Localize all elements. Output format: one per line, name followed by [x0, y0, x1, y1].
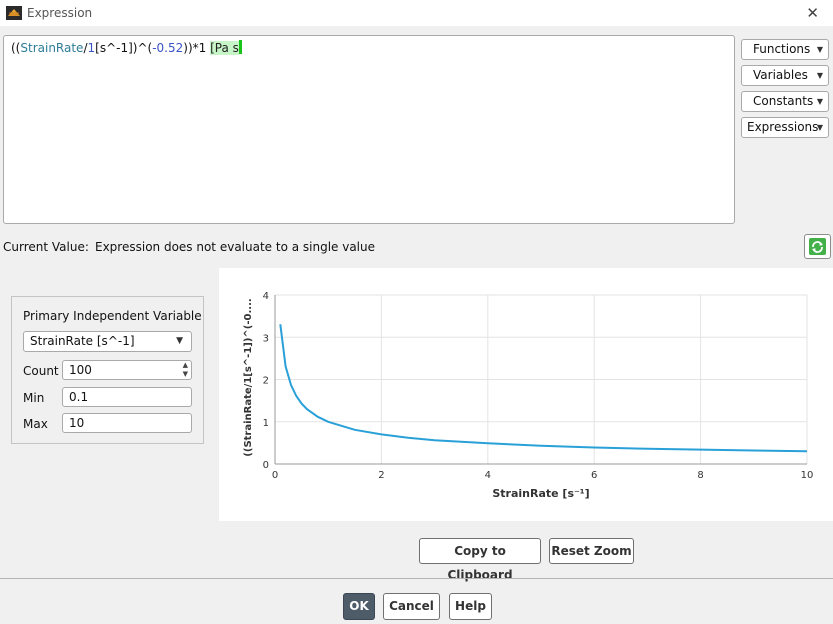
- refresh-icon: [809, 238, 826, 255]
- expr-paren: )): [183, 41, 193, 55]
- expr-open: ((: [11, 41, 21, 55]
- close-icon[interactable]: ✕: [806, 4, 819, 22]
- functions-button[interactable]: Functions ▼: [741, 39, 829, 60]
- count-stepper[interactable]: 100 ▲ ▼: [62, 360, 192, 380]
- y-tick-label: 3: [263, 333, 269, 344]
- chevron-down-icon: ▼: [176, 336, 183, 346]
- expr-unit: [s^-1]: [95, 41, 133, 55]
- variable-select-value: StrainRate [s^-1]: [30, 334, 135, 348]
- y-tick-label: 4: [263, 291, 269, 302]
- min-field[interactable]: 0.1: [62, 387, 192, 407]
- app-logo-icon: [6, 6, 22, 23]
- x-tick-label: 2: [378, 470, 384, 481]
- expr-multiplier: *1: [192, 41, 211, 55]
- refresh-button[interactable]: [804, 234, 831, 259]
- y-tick-label: 1: [263, 418, 269, 429]
- variables-label: Variables: [753, 68, 808, 82]
- min-value: 0.1: [69, 390, 89, 404]
- count-label: Count: [23, 364, 59, 378]
- chart-svg: 0 2 4 6 8 1001234StrainRate [s⁻¹]((StrainRate…: [243, 291, 814, 500]
- chevron-down-icon: ▼: [816, 71, 823, 80]
- chevron-down-icon: ▼: [816, 123, 823, 132]
- expression-editor[interactable]: ((StrainRate/1[s^-1])^(-0.52))*1 [Pa s: [3, 35, 735, 224]
- variables-button[interactable]: Variables ▼: [741, 65, 829, 86]
- x-tick-label: 4: [485, 470, 491, 481]
- constants-button[interactable]: Constants ▼: [741, 91, 829, 112]
- count-value: 100: [69, 363, 92, 377]
- chevron-down-icon: ▼: [816, 97, 823, 106]
- variable-select[interactable]: StrainRate [s^-1] ▼: [23, 331, 192, 352]
- independent-variable-panel: Primary Independent Variable StrainRate …: [11, 296, 204, 444]
- copy-to-clipboard-button[interactable]: Copy to Clipboard: [419, 538, 541, 582]
- panel-title: Primary Independent Variable: [23, 309, 202, 323]
- expressions-label: Expressions: [747, 120, 819, 134]
- y-tick-label: 2: [263, 376, 269, 387]
- plot-area[interactable]: 0 2 4 6 8 10 0 1 2 3 4 StrainRate [s⁻¹] ((StrainRate…: [219, 268, 833, 521]
- current-value-label: Current Value:: [3, 240, 89, 254]
- expr-variable: StrainRate: [20, 41, 84, 55]
- expressions-button[interactable]: Expressions ▼: [741, 117, 829, 138]
- max-label: Max: [23, 417, 48, 431]
- functions-label: Functions: [753, 42, 811, 56]
- footer-divider: [0, 578, 833, 579]
- reset-zoom-button[interactable]: Reset Zoom: [549, 538, 634, 564]
- min-label: Min: [23, 391, 45, 405]
- spin-arrows-icon[interactable]: ▲ ▼: [183, 361, 188, 379]
- current-value-text: Expression does not evaluate to a single…: [95, 240, 376, 254]
- y-axis-label: ((StrainRate/1[s^-1])^(-0....: [243, 298, 254, 456]
- chevron-down-icon: ▼: [816, 45, 823, 54]
- x-tick-label: 0: [272, 470, 278, 481]
- constants-label: Constants: [753, 94, 814, 108]
- series-line: [279, 324, 808, 453]
- x-tick-label: 8: [697, 470, 703, 481]
- text-cursor: [238, 40, 242, 54]
- help-button[interactable]: Help: [449, 593, 492, 620]
- title-bar: Expression ✕: [0, 0, 833, 26]
- expr-unit-highlight: [Pa s: [210, 41, 239, 55]
- expr-exponent: -0.52: [152, 41, 184, 55]
- max-field[interactable]: 10: [62, 413, 192, 433]
- expr-number: 1: [87, 41, 96, 55]
- x-axis-label: StrainRate [s⁻¹]: [492, 487, 589, 500]
- y-tick-label: 0: [263, 460, 269, 471]
- x-tick-label: 6: [591, 470, 597, 481]
- ok-button[interactable]: OK: [343, 593, 375, 620]
- x-tick-label: 10: [801, 470, 814, 481]
- window-title: Expression: [27, 6, 93, 20]
- cancel-button[interactable]: Cancel: [383, 593, 440, 620]
- max-value: 10: [69, 416, 85, 430]
- expr-paren: )^(: [132, 41, 153, 55]
